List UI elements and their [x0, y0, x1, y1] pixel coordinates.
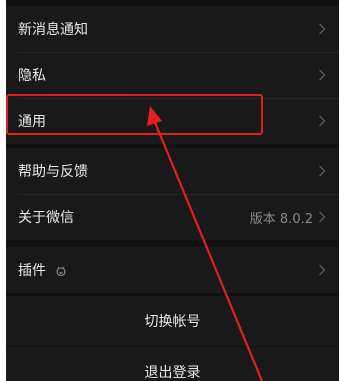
row-label: 新消息通知 — [18, 22, 88, 38]
chevron-right-icon — [317, 114, 327, 128]
logout-button[interactable]: 退出登录 — [6, 347, 339, 381]
row-help-feedback[interactable]: 帮助与反馈 — [6, 148, 339, 194]
screen-border-right — [339, 0, 345, 381]
chevron-right-icon — [317, 263, 327, 277]
row-label: 插件 — [18, 263, 46, 279]
version-text: 版本 8.0.2 — [249, 211, 313, 227]
chevron-right-icon — [317, 68, 327, 82]
logout-label: 退出登录 — [144, 365, 201, 381]
row-label: 隐私 — [18, 68, 46, 84]
plugin-icon — [54, 263, 68, 277]
row-new-message-notification[interactable]: 新消息通知 — [6, 6, 339, 52]
row-label: 帮助与反馈 — [18, 164, 88, 180]
settings-screen: 新消息通知 隐私 通用 帮助与反馈 关于微信 版本 8.0.2 插件 切换帐号 … — [0, 0, 345, 381]
chevron-right-icon — [317, 210, 327, 224]
row-label: 关于微信 — [18, 210, 74, 226]
chevron-right-icon — [317, 164, 327, 178]
screen-border-left — [0, 0, 6, 381]
row-privacy[interactable]: 隐私 — [6, 52, 339, 98]
row-about-wechat[interactable]: 关于微信 版本 8.0.2 — [6, 194, 339, 240]
settings-group-plugins: 插件 — [6, 247, 339, 293]
switch-account-button[interactable]: 切换帐号 — [6, 296, 339, 346]
chevron-right-icon — [317, 22, 327, 36]
row-plugins[interactable]: 插件 — [6, 247, 339, 293]
highlight-box — [6, 94, 263, 135]
settings-group-help: 帮助与反馈 关于微信 版本 8.0.2 — [6, 148, 339, 240]
switch-account-label: 切换帐号 — [144, 314, 201, 330]
